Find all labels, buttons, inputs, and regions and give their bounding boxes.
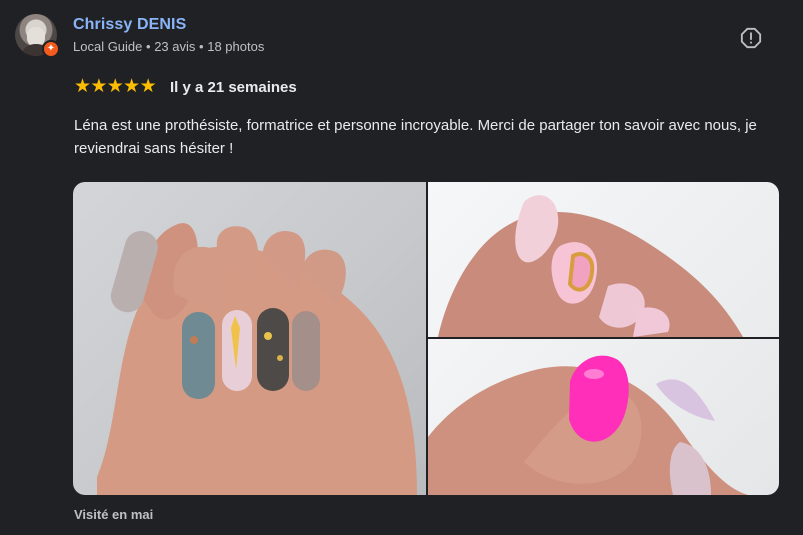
meta-separator: •: [146, 39, 151, 54]
nail-photo-main[interactable]: [73, 182, 426, 495]
report-icon[interactable]: [740, 27, 762, 49]
star-icon: ★: [139, 76, 157, 97]
photo-count: 18 photos: [207, 39, 265, 54]
visit-date: Visité en mai: [74, 507, 154, 522]
star-rating: ★★★★★: [74, 76, 157, 97]
nail-photo-fuchsia[interactable]: [428, 339, 779, 495]
nail-photo-pink[interactable]: [428, 182, 779, 337]
star-icon: ★: [106, 76, 124, 97]
review-time: Il y a 21 semaines: [169, 78, 297, 96]
reviewer-name[interactable]: Chrissy DENIS: [73, 16, 186, 34]
star-icon: ★: [74, 76, 92, 97]
reviewer-avatar[interactable]: ✦: [15, 14, 60, 58]
review-count: 23 avis: [154, 39, 196, 54]
reviewer-meta: Local Guide • 23 avis • 18 photos: [73, 39, 264, 54]
star-icon: ★: [90, 76, 108, 97]
local-guide-badge-icon: ✦: [42, 40, 60, 58]
review-text: Léna est une prothésiste, formatrice et …: [74, 117, 757, 157]
local-guide-label: Local Guide: [73, 39, 143, 54]
review-rating: ★★★★★ Il y a 21 semaines: [74, 77, 297, 97]
star-icon: ★: [123, 76, 141, 97]
review-photo-gallery[interactable]: [73, 182, 779, 495]
meta-separator: •: [199, 39, 204, 54]
